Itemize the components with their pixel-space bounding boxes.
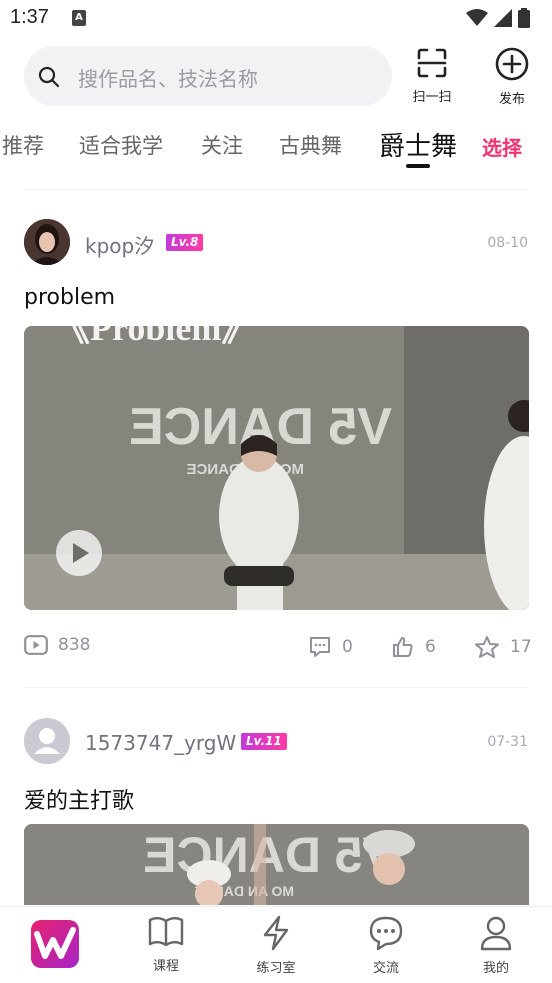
brand-watermark: V5 DANCE: [143, 827, 396, 883]
feed-post[interactable]: 1573747_yrgW Lv.11 07-31 爱的主打歌 V5 DANCE …: [0, 705, 552, 905]
tab-recommend[interactable]: 推荐: [2, 130, 44, 160]
person-icon: [480, 916, 512, 951]
feed-post[interactable]: kpop汐 Lv.8 08-10 problem 《Problem》 V5 DA…: [0, 205, 552, 690]
add-circle-icon: [495, 47, 529, 81]
chat-bubble-icon: [369, 916, 403, 951]
publish-button[interactable]: 发布: [482, 46, 542, 107]
username[interactable]: kpop汐: [85, 230, 154, 259]
nav-course-label: 课程: [152, 959, 179, 974]
default-avatar-icon: [24, 718, 70, 764]
wifi-icon: [466, 9, 488, 26]
search-placeholder: 搜作品名、技法名称: [78, 67, 258, 91]
level-badge: Lv.8: [166, 234, 204, 251]
nav-practice-room[interactable]: 练习室: [236, 915, 316, 976]
avatar[interactable]: [24, 718, 70, 764]
level-badge: Lv.11: [241, 733, 287, 750]
search-icon: [38, 66, 60, 88]
app-logo-icon: [34, 927, 76, 959]
like-count: 6: [425, 637, 436, 657]
post-date: 07-31: [487, 734, 528, 750]
post-date: 08-10: [487, 235, 528, 251]
post-stats: 838 0 6 17: [0, 635, 552, 665]
status-indicators: [466, 8, 530, 28]
user-photo-icon: [24, 219, 70, 265]
nav-profile[interactable]: 我的: [456, 915, 536, 976]
nav-profile-label: 我的: [482, 961, 509, 976]
view-count: 838: [24, 635, 90, 655]
book-icon: [148, 917, 184, 947]
notification-a-icon: A: [72, 10, 86, 26]
scan-icon: [417, 48, 447, 78]
comment-count: 0: [342, 637, 353, 657]
post-title[interactable]: problem: [24, 285, 115, 310]
category-tabs: 推荐 适合我学 关注 古典舞 爵士舞 选择: [0, 124, 552, 172]
publish-label: 发布: [498, 92, 525, 107]
play-count-icon: [24, 635, 48, 655]
nav-community[interactable]: 交流: [346, 915, 426, 976]
signal-icon: [494, 9, 512, 27]
video-thumbnail[interactable]: V5 DANCE MO AN DANCE: [24, 824, 529, 905]
banner-text: 《Problem》: [54, 326, 257, 348]
comment-button[interactable]: 0: [308, 635, 353, 659]
divider: [24, 189, 528, 190]
video-frame-image: V5 DANCE MO AN DANCE: [24, 824, 529, 905]
video-thumbnail[interactable]: 《Problem》 V5 DANCE MORE N DANCE: [24, 326, 529, 610]
nav-community-label: 交流: [372, 961, 399, 976]
tab-following[interactable]: 关注: [201, 130, 243, 160]
scan-button[interactable]: 扫一扫: [402, 46, 462, 105]
tab-suitable[interactable]: 适合我学: [79, 130, 163, 160]
view-count-value: 838: [58, 635, 91, 655]
nav-practice-room-label: 练习室: [256, 961, 296, 976]
lightning-icon: [263, 915, 289, 951]
bottom-navigation: 课程 练习室 交流 我的: [0, 906, 552, 983]
play-icon[interactable]: [56, 530, 102, 576]
tab-classical-dance[interactable]: 古典舞: [279, 130, 342, 160]
comment-icon: [310, 637, 330, 657]
avatar[interactable]: [24, 219, 70, 265]
status-bar: 1:37 A: [0, 0, 552, 38]
home-tab[interactable]: [31, 920, 79, 968]
star-icon: [475, 636, 499, 658]
thumbs-up-icon: [393, 637, 413, 657]
tab-jazz-dance[interactable]: 爵士舞: [379, 126, 457, 163]
active-tab-indicator: [406, 164, 430, 168]
like-button[interactable]: 6: [391, 635, 436, 659]
post-title[interactable]: 爱的主打歌: [24, 783, 134, 815]
nav-course[interactable]: 课程: [126, 915, 206, 974]
battery-icon: [518, 8, 530, 28]
divider: [24, 687, 528, 688]
search-input[interactable]: 搜作品名、技法名称: [24, 46, 392, 106]
select-category-button[interactable]: 选择: [482, 132, 522, 161]
favorite-button[interactable]: 17: [474, 635, 532, 659]
favorite-count: 17: [510, 637, 532, 657]
username[interactable]: 1573747_yrgW: [85, 731, 236, 755]
scan-label: 扫一扫: [412, 90, 452, 105]
status-time: 1:37: [10, 6, 49, 28]
